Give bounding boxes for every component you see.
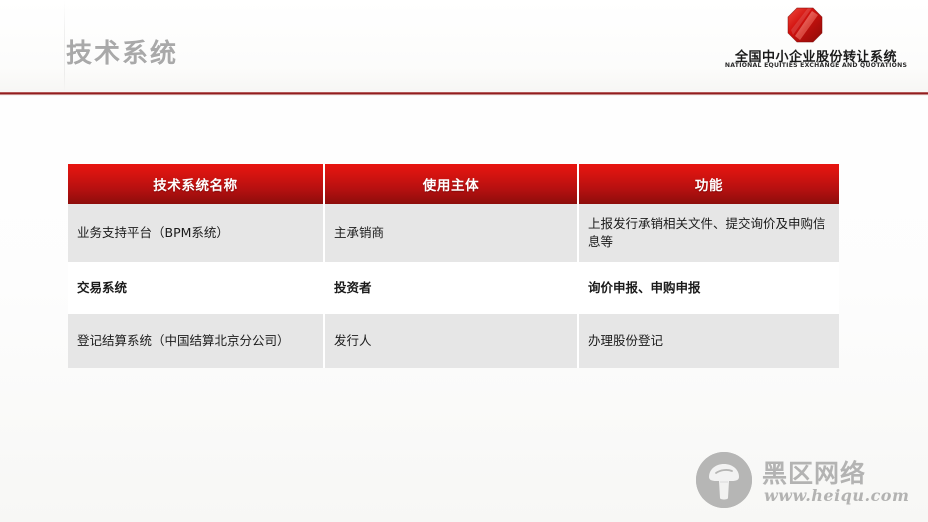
header-red-rule [0, 92, 928, 95]
cell-user-entity: 主承销商 [324, 204, 579, 262]
table-row: 登记结算系统（中国结算北京分公司） 发行人 办理股份登记 [68, 314, 839, 368]
table-row: 业务支持平台（BPM系统） 主承销商 上报发行承销相关文件、提交询价及申购信息等 [68, 204, 839, 262]
watermark-url: www.heiqu.com [764, 486, 910, 505]
table-header-row: 技术系统名称 使用主体 功能 [68, 164, 839, 204]
cell-function: 询价申报、申购申报 [578, 262, 839, 314]
brand-logo: 全国中小企业股份转让系统 NATIONAL EQUITIES EXCHANGE … [724, 4, 908, 76]
cell-function: 办理股份登记 [578, 314, 839, 368]
logo-name-en: NATIONAL EQUITIES EXCHANGE AND QUOTATION… [724, 62, 908, 69]
table-row: 交易系统 投资者 询价申报、申购申报 [68, 262, 839, 314]
column-header-system-name: 技术系统名称 [68, 164, 325, 204]
cell-system-name: 业务支持平台（BPM系统） [68, 204, 325, 262]
page-title: 技术系统 [66, 39, 179, 69]
cell-system-name: 登记结算系统（中国结算北京分公司） [68, 314, 325, 368]
header-vertical-divider [64, 0, 65, 92]
column-header-user-entity: 使用主体 [324, 164, 579, 204]
cell-user-entity: 投资者 [324, 262, 579, 314]
cell-function: 上报发行承销相关文件、提交询价及申购信息等 [578, 204, 839, 262]
slide-header: 技术系统 全国中小企业股份转让系统 NATIONAL EQUITIES EXCH… [0, 0, 928, 96]
mushroom-icon [696, 452, 752, 508]
cell-system-name: 交易系统 [68, 262, 325, 314]
slide-canvas: 技术系统 全国中小企业股份转让系统 NATIONAL EQUITIES EXCH… [0, 0, 928, 522]
watermark: 黑区网络 www.heiqu.com [694, 448, 920, 514]
column-header-function: 功能 [578, 164, 839, 204]
watermark-text: 黑区网络 [762, 459, 867, 488]
cell-user-entity: 发行人 [324, 314, 579, 368]
tech-systems-table: 技术系统名称 使用主体 功能 业务支持平台（BPM系统） 主承销商 上报发行承销… [68, 164, 839, 368]
neeq-octagon-logo-icon [786, 6, 824, 44]
